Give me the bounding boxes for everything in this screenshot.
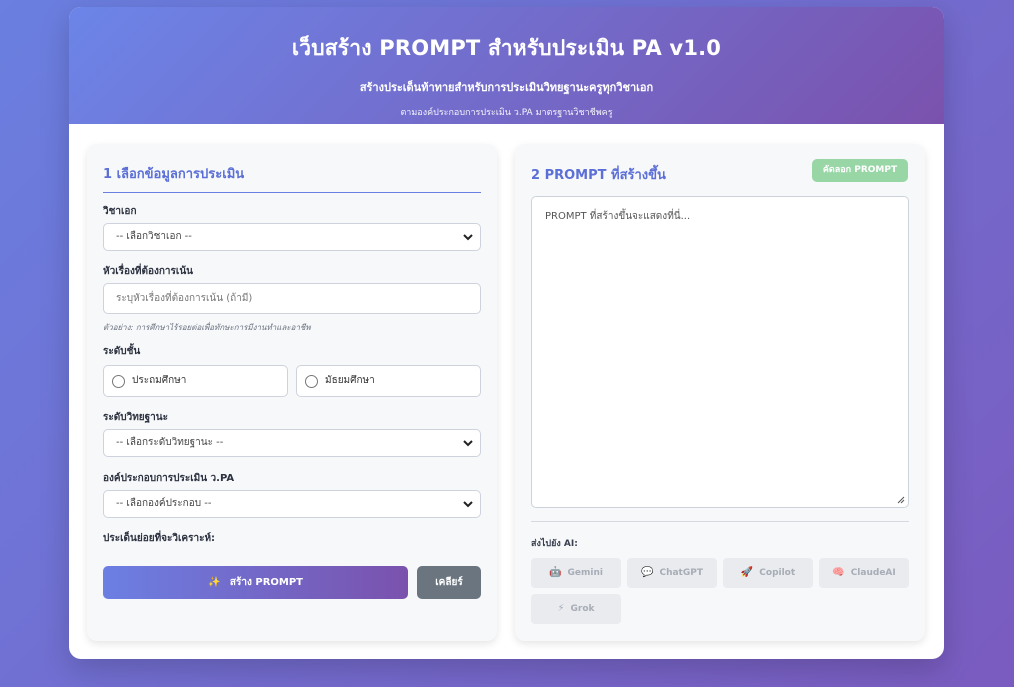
page-subtitle: สร้างประเด็นท้าทายสำหรับการประเมินวิทยฐา… [359, 81, 654, 94]
generate-prompt-button[interactable]: ✨ สร้าง PROMPT [103, 566, 408, 599]
divider [531, 521, 909, 522]
radio-primary-label: ประถมศึกษา [132, 375, 187, 386]
copy-prompt-button[interactable]: คัดลอก PROMPT [812, 159, 908, 182]
rank-label: ระดับวิทยฐานะ [103, 412, 168, 423]
clear-button[interactable]: เคลียร์ [417, 566, 481, 599]
radio-secondary[interactable]: มัธยมศึกษา [296, 365, 481, 397]
output-section-title: 2 PROMPT ที่สร้างขึ้น [531, 168, 666, 183]
chevron-down-icon [463, 501, 473, 508]
rocket-icon: 🚀 [740, 567, 754, 578]
generate-prompt-label: สร้าง PROMPT [229, 577, 304, 588]
topic-input-placeholder: ระบุหัวเรื่องที่ต้องการเน้น (ถ้ามี) [116, 293, 253, 304]
topic-hint: ตัวอย่าง: การศึกษาไร้รอยต่อเพื่อทักษะการ… [103, 323, 311, 332]
send-copilot-button[interactable]: 🚀 Copilot [723, 558, 813, 588]
prompt-output-placeholder: PROMPT ที่สร้างขึ้นจะแสดงที่นี่... [545, 211, 691, 222]
radio-primary[interactable]: ประถมศึกษา [103, 365, 288, 397]
resize-handle-icon[interactable] [897, 496, 905, 504]
send-to-ai-label: ส่งไปยัง AI: [531, 539, 578, 549]
send-claude-label: ClaudeAI [850, 568, 896, 578]
chat-bubble-icon: 💬 [641, 567, 654, 578]
component-label: องค์ประกอบการประเมิน ว.PA [103, 473, 235, 484]
app-card: เว็บสร้าง PROMPT สำหรับประเมิน PA v1.0 ส… [69, 7, 944, 659]
topic-input[interactable]: ระบุหัวเรื่องที่ต้องการเน้น (ถ้ามี) [103, 283, 481, 314]
send-claude-button[interactable]: 🧠 ClaudeAI [819, 558, 909, 588]
send-chatgpt-label: ChatGPT [659, 568, 703, 578]
chevron-down-icon [463, 440, 473, 447]
send-gemini-label: Gemini [567, 568, 603, 578]
radio-circle-icon [305, 375, 318, 388]
subtopics-label: ประเด็นย่อยที่จะวิเคราะห์: [103, 533, 216, 544]
sparkles-icon: ✨ [207, 577, 221, 588]
radio-secondary-label: มัธยมศึกษา [325, 375, 375, 386]
robot-icon: 🤖 [549, 567, 562, 578]
subject-select[interactable]: -- เลือกวิชาเอก -- [103, 223, 481, 251]
level-label: ระดับชั้น [103, 346, 141, 357]
radio-circle-icon [112, 375, 125, 388]
component-select-value: -- เลือกองค์ประกอบ -- [116, 498, 212, 509]
send-grok-label: Grok [570, 604, 595, 614]
output-panel: 2 PROMPT ที่สร้างขึ้น คัดลอก PROMPT PROM… [515, 144, 925, 641]
send-chatgpt-button[interactable]: 💬 ChatGPT [627, 558, 717, 588]
lightning-icon: ⚡ [557, 603, 565, 614]
rank-select[interactable]: -- เลือกระดับวิทยฐานะ -- [103, 429, 481, 457]
form-panel: 1 เลือกข้อมูลการประเมิน วิชาเอก -- เลือก… [87, 144, 497, 641]
page-title: เว็บสร้าง PROMPT สำหรับประเมิน PA v1.0 [291, 36, 722, 60]
component-select[interactable]: -- เลือกองค์ประกอบ -- [103, 490, 481, 518]
header-banner: เว็บสร้าง PROMPT สำหรับประเมิน PA v1.0 ส… [69, 7, 944, 124]
subject-select-value: -- เลือกวิชาเอก -- [116, 231, 192, 242]
page-description: ตามองค์ประกอบการประเมิน ว.PA มาตรฐานวิชา… [400, 108, 613, 118]
prompt-output-textarea[interactable]: PROMPT ที่สร้างขึ้นจะแสดงที่นี่... [531, 196, 909, 508]
send-gemini-button[interactable]: 🤖 Gemini [531, 558, 621, 588]
chevron-down-icon [463, 234, 473, 241]
send-grok-button[interactable]: ⚡ Grok [531, 594, 621, 624]
send-copilot-label: Copilot [759, 568, 796, 578]
brain-icon: 🧠 [832, 567, 845, 578]
subject-label: วิชาเอก [103, 206, 137, 217]
topic-label: หัวเรื่องที่ต้องการเน้น [103, 266, 193, 277]
form-section-title: 1 เลือกข้อมูลการประเมิน [103, 163, 481, 193]
rank-select-value: -- เลือกระดับวิทยฐานะ -- [116, 437, 224, 448]
